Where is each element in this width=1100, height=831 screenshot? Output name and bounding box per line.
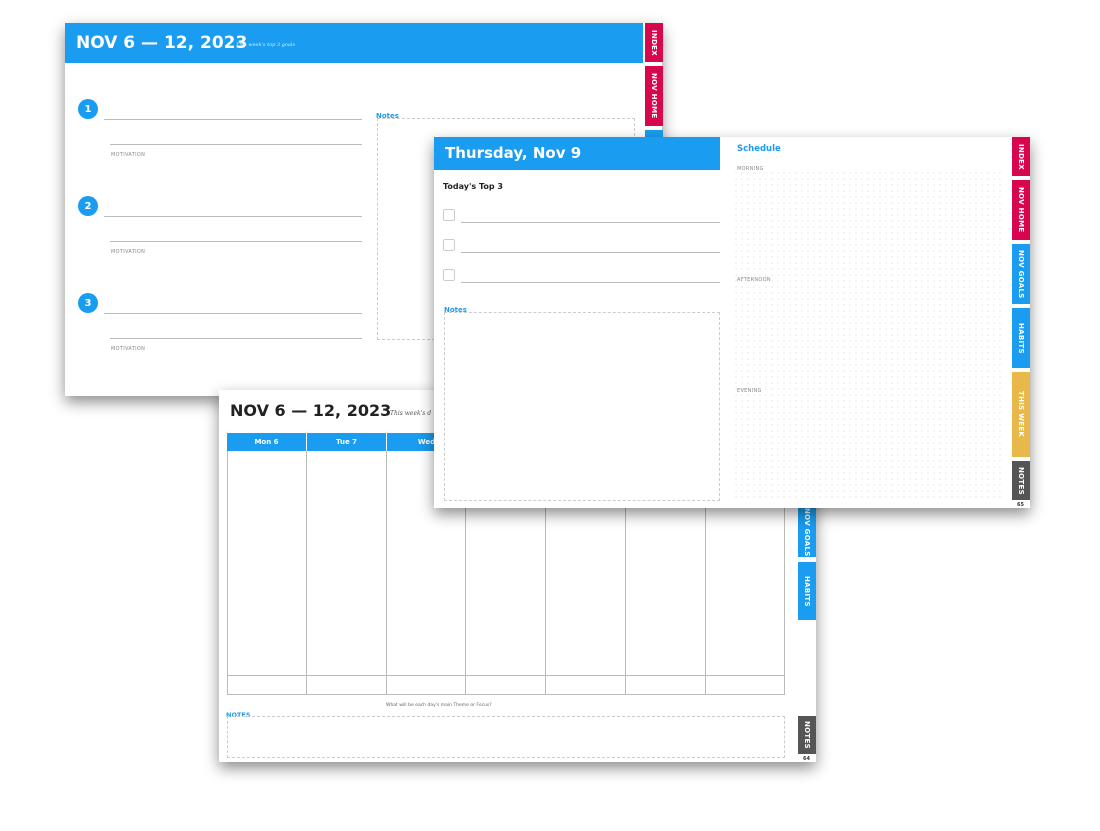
tab-nov-home[interactable]: NOV HOME bbox=[1012, 180, 1030, 240]
page-number: 65 bbox=[1017, 502, 1024, 508]
tab-notes[interactable]: NOTES bbox=[1012, 461, 1030, 500]
daily-title: Thursday, Nov 9 bbox=[445, 144, 582, 162]
motivation-label: MOTIVATION bbox=[111, 346, 146, 352]
goal-line[interactable] bbox=[104, 313, 362, 314]
goal-number-2: 2 bbox=[78, 196, 98, 216]
column-divider bbox=[306, 451, 307, 695]
goal-number-3: 3 bbox=[78, 293, 98, 313]
tab-index[interactable]: INDEX bbox=[645, 23, 663, 62]
motivation-line[interactable] bbox=[110, 144, 362, 145]
day-header-tue: Tue 7 bbox=[307, 433, 387, 451]
motivation-line[interactable] bbox=[110, 241, 362, 242]
task-line[interactable] bbox=[461, 222, 720, 223]
motivation-line[interactable] bbox=[110, 338, 362, 339]
tab-index[interactable]: INDEX bbox=[1012, 137, 1030, 176]
top3-label: Today's Top 3 bbox=[443, 182, 503, 191]
weekly-goals-subtitle: This week's top 3 goals bbox=[236, 42, 296, 48]
tab-habits[interactable]: HABITS bbox=[1012, 308, 1030, 368]
checkbox[interactable] bbox=[443, 239, 455, 251]
schedule-dot-grid[interactable] bbox=[733, 170, 1005, 500]
motivation-label: MOTIVATION bbox=[111, 152, 146, 158]
day-header-mon: Mon 6 bbox=[227, 433, 307, 451]
checkbox[interactable] bbox=[443, 209, 455, 221]
goal-line[interactable] bbox=[104, 119, 362, 120]
column-divider bbox=[386, 451, 387, 695]
tab-this-week[interactable]: THIS WEEK bbox=[1012, 372, 1030, 457]
goal-line[interactable] bbox=[104, 216, 362, 217]
weekly-notes-area[interactable] bbox=[227, 716, 785, 758]
task-line[interactable] bbox=[461, 252, 720, 253]
theme-prompt: What will be each day's main Theme or Fo… bbox=[386, 703, 492, 708]
daily-notes-area[interactable] bbox=[444, 312, 720, 501]
evening-label: EVENING bbox=[737, 388, 762, 394]
tab-nov-home[interactable]: NOV HOME bbox=[645, 66, 663, 126]
page-number: 64 bbox=[803, 756, 810, 762]
checkbox[interactable] bbox=[443, 269, 455, 281]
weekly-goals-title: NOV 6 — 12, 2023 bbox=[76, 33, 248, 53]
morning-label: MORNING bbox=[737, 166, 764, 172]
weekly-subtitle: This week's d bbox=[390, 410, 432, 417]
task-line[interactable] bbox=[461, 282, 720, 283]
theme-row-line bbox=[227, 675, 785, 676]
tab-nov-goals[interactable]: NOV GOALS bbox=[1012, 244, 1030, 304]
weekly-title: NOV 6 — 12, 2023 bbox=[230, 401, 392, 420]
motivation-label: MOTIVATION bbox=[111, 249, 146, 255]
goal-number-1: 1 bbox=[78, 99, 98, 119]
tab-nov-goals[interactable]: NOV GOALS bbox=[798, 508, 816, 557]
afternoon-label: AFTERNOON bbox=[737, 277, 771, 283]
tab-habits[interactable]: HABITS bbox=[798, 562, 816, 620]
tab-notes[interactable]: NOTES bbox=[798, 716, 816, 754]
schedule-label: Schedule bbox=[737, 144, 781, 154]
